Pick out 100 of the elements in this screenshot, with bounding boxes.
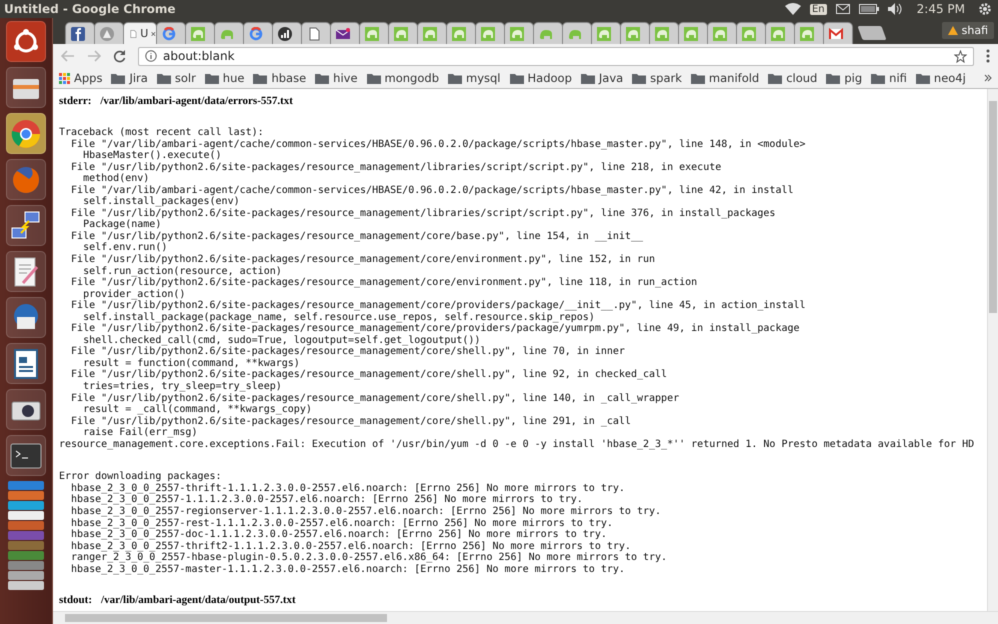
terminal-launcher-icon[interactable] <box>6 435 46 476</box>
firefox-launcher-icon[interactable] <box>6 159 46 200</box>
log-line: File "/usr/lib/python2.6/site-packages/resource_management/core/environment.py", line 152, in run <box>70 254 656 266</box>
elephant-icon <box>481 26 495 40</box>
log-line: File "/usr/lib/python2.6/site-packages/resource_management/core/providers/package/__init__.py", line 45, in action_install <box>70 300 807 312</box>
log-line: File "/usr/lib/python2.6/site-packages/resource_management/core/environment.py", line 118, in run_action <box>70 277 698 289</box>
elephant-icon <box>365 26 379 40</box>
elephant-icon <box>655 26 669 40</box>
log-line: raise Fail(err_msg) <box>82 427 198 439</box>
browser-tab[interactable]: U <box>123 22 157 44</box>
settings-icon[interactable] <box>978 2 992 16</box>
files-launcher-icon[interactable] <box>6 67 46 108</box>
horizontal-scrollbar[interactable] <box>53 611 998 624</box>
folder-icon <box>768 72 782 84</box>
bookmark[interactable]: manifold <box>690 71 760 85</box>
bookmark[interactable]: mongodb <box>366 71 439 85</box>
file-path: /var/lib/ambari-agent/data/output-557.txt <box>101 594 296 608</box>
battery-icon[interactable] <box>858 4 879 14</box>
folder-icon <box>916 72 930 84</box>
log-line: Traceback (most recent call last): <box>59 127 265 139</box>
log-line: hbase_2_3_0_0_2557-thrift2-1.1.1.2.3.0.0-2557.el6.noarch: [Errno 256] No more mirrors to try. <box>70 540 632 552</box>
editor-launcher-icon[interactable] <box>6 251 46 292</box>
bookmark[interactable]: hbase <box>253 71 306 85</box>
google-logo <box>249 26 263 40</box>
log-line: shell.checked_call(cmd, sudo=True, logoutput=self.get_logoutput()) <box>83 334 480 346</box>
browser-tab[interactable] <box>301 22 331 44</box>
folder-icon <box>111 72 126 84</box>
folder-icon <box>632 72 646 84</box>
log-line: hbase_2_3_0_0_2557-rest-1.1.1.2.3.0.0-2557.el6.noarch: [Errno 256] No more mirrors to try. <box>70 518 614 528</box>
bookmark[interactable]: spark <box>632 71 682 85</box>
chevron-icon[interactable] <box>984 74 992 82</box>
avatar-icon <box>100 26 114 40</box>
address-bar[interactable]: about:blank <box>138 46 974 66</box>
browser-tab[interactable] <box>330 22 360 44</box>
bookmark[interactable]: hue <box>204 71 244 85</box>
log-line: self.install_package(package_name, self.resource.use_repos, self.resource.skip_repos) <box>83 312 595 324</box>
log-line: hbase_2_3_0_0_2557-master-1.1.1.2.3.0.0-2557.el6.noarch: [Errno 256] No more mirrors to try. <box>70 564 626 576</box>
folder-icon <box>448 72 462 84</box>
bookmark[interactable]: mysql <box>448 71 500 85</box>
gmail-logo <box>829 26 843 40</box>
menu-icon[interactable] <box>986 49 990 63</box>
bookmark[interactable]: neo4j <box>916 71 966 85</box>
elephant-icon <box>423 26 437 40</box>
bookmark[interactable]: nifi <box>871 71 907 85</box>
envelope-icon[interactable] <box>836 4 850 14</box>
bookmark[interactable]: Hadoop <box>510 71 572 85</box>
reload-icon[interactable] <box>113 50 126 62</box>
folder-icon <box>510 72 524 84</box>
mail-launcher-icon[interactable] <box>6 297 46 338</box>
profile-button[interactable]: shafi <box>942 22 994 39</box>
volume-icon[interactable] <box>888 3 904 15</box>
log-line: File "/usr/lib/python2.6/site-packages/resource_management/core/providers/package/yumrpm.py", line 49, in install_package <box>70 323 801 335</box>
star-icon[interactable] <box>954 50 967 62</box>
stdout-label: stdout: <box>59 594 92 608</box>
folder-icon <box>315 72 330 84</box>
bookmark[interactable]: cloud <box>768 71 818 85</box>
elephant-icon <box>742 26 756 40</box>
log-line: File "/var/lib/ambari-agent/cache/common-services/HBASE/0.96.0.2.0/package/scripts/hbase_master.py", line 42, in install <box>70 184 795 196</box>
clock[interactable]: 2:45 PM <box>916 2 965 16</box>
elephant-icon <box>713 26 727 40</box>
chrome-launcher-icon[interactable] <box>6 113 46 154</box>
bookmark[interactable]: solr <box>156 71 196 85</box>
log-line: File "/var/lib/ambari-agent/cache/common-services/HBASE/0.96.0.2.0/package/scripts/hbase_master.py", line 148, in <module> <box>70 138 807 150</box>
vertical-scrollbar[interactable] <box>987 89 998 611</box>
log-line: resource_management.core.exceptions.Fail: Execution of '/usr/bin/yum -d 0 -e 0 -y install 'hbase_2_3_*'' returned 1. No Presto metadata available for HD <box>59 438 976 450</box>
new-tab-button[interactable] <box>857 26 887 40</box>
elephant-icon <box>771 26 785 40</box>
log-line: File "/usr/lib/python2.6/site-packages/resource_management/libraries/script/script.py", line 376, in install_packages <box>70 208 776 220</box>
writer-launcher-icon[interactable] <box>6 343 46 384</box>
folder-icon <box>871 72 886 84</box>
log-line: hbase_2_3_0_0_2557-doc-1.1.1.2.3.0.0-2557.el6.noarch: [Errno 256] No more mirrors to try. <box>70 529 607 541</box>
bookmark[interactable]: Jira <box>111 71 148 85</box>
info-icon[interactable] <box>145 50 157 62</box>
log-line: hbase_2_3_0_0_2557-regionserver-1.1.1.2.3.0.0-2557.el6.noarch: [Errno 256] No more mirrors to try. <box>70 506 662 518</box>
elephant-icon <box>394 26 408 40</box>
log-line: File "/usr/lib/python2.6/site-packages/resource_management/libraries/script/script.py", line 218, in execute <box>70 162 722 174</box>
browser-tab[interactable] <box>272 22 302 44</box>
bookmark[interactable]: hive <box>315 71 358 85</box>
bookmark[interactable]: Java <box>580 71 624 85</box>
network-launcher-icon[interactable] <box>6 205 46 246</box>
log-line: hbase_2_3_0_0_2557-1.1.1.2.3.0.0-2557.el6.noarch: [Errno 256] No more mirrors to try. <box>70 494 584 506</box>
log-line: File "/usr/lib/python2.6/site-packages/resource_management/core/shell.py", line 291, in _call <box>70 416 632 428</box>
stderr-label: stderr: <box>59 95 92 109</box>
folder-icon <box>690 72 705 84</box>
bookmark[interactable]: pig <box>826 71 862 85</box>
wifi-icon[interactable] <box>784 3 801 15</box>
bookmark[interactable]: Apps <box>59 71 102 85</box>
facebook-logo <box>71 26 85 40</box>
folder-icon <box>204 72 219 84</box>
log-line: self.install_packages(env) <box>82 196 240 208</box>
close-icon[interactable] <box>151 30 156 38</box>
keyboard-indicator[interactable]: En <box>810 4 827 14</box>
chart-icon <box>278 26 292 40</box>
ubuntu-launcher-icon[interactable] <box>6 21 46 62</box>
log-line: File "/usr/lib/python2.6/site-packages/resource_management/core/shell.py", line 70, in inner <box>70 346 626 358</box>
camera-launcher-icon[interactable] <box>6 389 46 430</box>
browser-tab[interactable] <box>65 22 95 44</box>
folder-icon <box>580 72 595 84</box>
log-line: result = _call(command, **kwargs_copy) <box>82 404 312 416</box>
log-line: File "/usr/lib/python2.6/site-packages/resource_management/core/base.py", line 154, in __init__ <box>70 230 644 242</box>
